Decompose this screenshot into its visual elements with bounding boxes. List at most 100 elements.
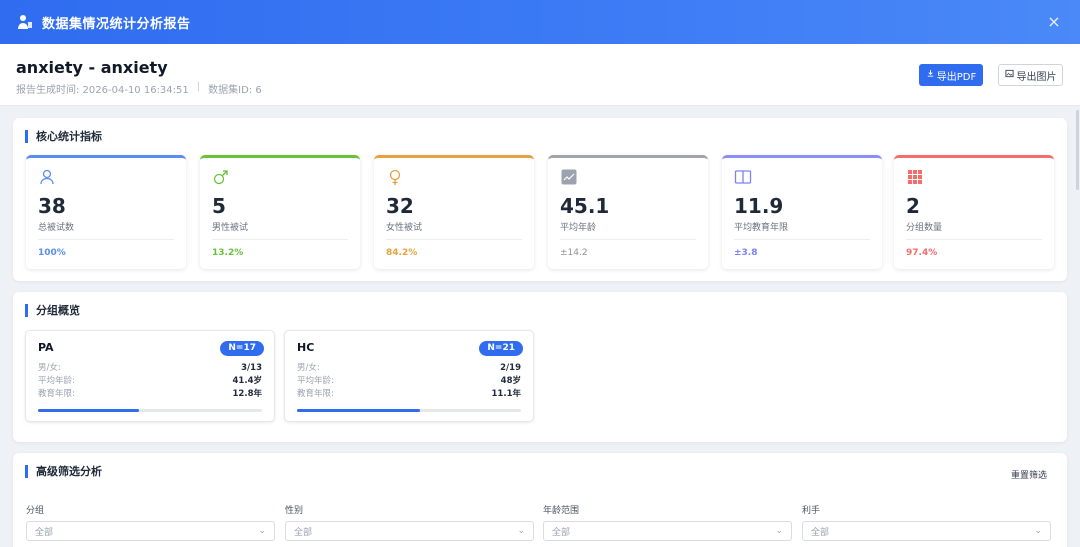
core-stats-title: 核心统计指标 [25,130,102,143]
filter-gender: 性别 全部 ⌄ [285,503,534,541]
stat-sub: 100% [38,248,66,258]
stat-value: 11.9 [734,194,784,218]
stat-label: 女性被试 [386,220,522,240]
filter-label: 利手 [802,506,821,516]
export-image-label: 导出图片 [1016,71,1057,83]
filter-label: 性别 [285,506,304,516]
report-meta: 报告生成时间: 2026-04-10 16:34:51 | 数据集ID: 6 [16,81,1064,96]
handedness-select[interactable]: 全部 ⌄ [802,521,1051,541]
row-key: 教育年限: [297,389,334,399]
group-progress-fill [38,409,139,412]
row-value: 41.4岁 [232,376,262,386]
stat-card-education: 11.9 平均教育年限 ±3.8 [722,155,882,269]
stat-value: 45.1 [560,194,610,218]
filter-label: 年龄范围 [543,506,580,516]
row-value: 3/13 [241,363,262,373]
stat-label: 平均年龄 [560,220,696,240]
stat-card-total: 38 总被试数 100% [26,155,186,269]
reset-filter-button[interactable]: 重置筛选 [1011,468,1047,481]
row-value: 11.1年 [491,389,521,399]
group-age-row: 平均年龄: 48岁 [297,375,521,388]
female-icon [386,168,404,186]
page-scrollbar[interactable] [1076,110,1079,190]
group-card-pa[interactable]: PA N=17 男/女: 3/13 平均年龄: 41.4岁 教育年限: 12.8年 [25,330,275,422]
group-count-badge: N=21 [479,341,523,356]
group-card-hc[interactable]: HC N=21 男/女: 2/19 平均年龄: 48岁 教育年限: 11.1年 [284,330,534,422]
stat-value: 32 [386,194,414,218]
advanced-filter-title: 高级筛选分析 [25,465,102,478]
row-key: 教育年限: [38,389,75,399]
meta-separator: | [196,81,201,92]
stat-sub: 13.2% [212,248,244,258]
group-age-row: 平均年龄: 41.4岁 [38,375,262,388]
group-progress-bar [38,409,262,412]
chevron-down-icon: ⌄ [775,526,783,536]
window-title: 数据集情况统计分析报告 [42,16,191,32]
dataset-id: 数据集ID: 6 [208,85,262,96]
row-value: 48岁 [500,376,521,386]
stat-label: 分组数量 [906,220,1042,240]
export-pdf-label: 导出PDF [936,71,977,83]
core-stats-panel: 核心统计指标 38 总被试数 100% 5 男性被试 13.2% 32 女性被试… [13,118,1067,281]
select-value: 全部 [811,527,830,538]
select-value: 全部 [552,527,571,538]
row-key: 男/女: [38,363,61,373]
row-key: 平均年龄: [297,376,334,386]
row-value: 12.8年 [232,389,262,399]
stat-value: 38 [38,194,66,218]
stat-value: 5 [212,194,226,218]
stat-value: 2 [906,194,920,218]
window-titlebar: 数据集情况统计分析报告 × [0,0,1080,44]
filter-handedness: 利手 全部 ⌄ [802,503,1051,541]
user-icon [38,168,56,186]
select-value: 全部 [294,527,313,538]
stat-card-age: 45.1 平均年龄 ±14.2 [548,155,708,269]
group-edu-row: 教育年限: 12.8年 [38,388,262,401]
stat-sub: 84.2% [386,248,418,258]
group-progress-fill [297,409,421,412]
chevron-down-icon: ⌄ [1034,526,1042,536]
group-progress-bar [297,409,521,412]
stat-card-male: 5 男性被试 13.2% [200,155,360,269]
group-gender-row: 男/女: 3/13 [38,362,262,375]
gender-select[interactable]: 全部 ⌄ [285,521,534,541]
generated-time: 报告生成时间: 2026-04-10 16:34:51 [16,85,189,96]
book-icon [734,168,752,186]
grid-icon [906,168,924,186]
row-key: 男/女: [297,363,320,373]
stat-card-groups: 2 分组数量 97.4% [894,155,1054,269]
row-key: 平均年龄: [38,376,75,386]
stat-label: 总被试数 [38,220,174,240]
report-header: anxiety - anxiety 报告生成时间: 2026-04-10 16:… [0,44,1080,106]
group-select[interactable]: 全部 ⌄ [26,521,275,541]
group-overview-title: 分组概览 [25,304,80,317]
age-range-select[interactable]: 全部 ⌄ [543,521,792,541]
close-icon[interactable]: × [1044,12,1064,32]
chevron-down-icon: ⌄ [258,526,266,536]
report-user-icon [16,13,34,31]
chart-icon [560,168,578,186]
stat-sub: ±3.8 [734,248,758,258]
download-icon [926,69,935,81]
group-gender-row: 男/女: 2/19 [297,362,521,375]
row-value: 2/19 [500,363,521,373]
filter-group: 分组 全部 ⌄ [26,503,275,541]
export-pdf-button[interactable]: 导出PDF [919,64,983,86]
export-image-button[interactable]: 导出图片 [998,64,1063,86]
stat-sub: 97.4% [906,248,938,258]
select-value: 全部 [35,527,54,538]
male-icon [212,168,230,186]
group-overview-panel: 分组概览 PA N=17 男/女: 3/13 平均年龄: 41.4岁 教育年限: 12… [13,292,1067,442]
filter-label: 分组 [26,506,45,516]
group-edu-row: 教育年限: 11.1年 [297,388,521,401]
image-icon [1004,69,1014,81]
stat-card-female: 32 女性被试 84.2% [374,155,534,269]
report-name: anxiety - anxiety [16,58,168,77]
group-count-badge: N=17 [220,341,264,356]
stat-label: 男性被试 [212,220,348,240]
chevron-down-icon: ⌄ [517,526,525,536]
advanced-filter-panel: 高级筛选分析 重置筛选 分组 全部 ⌄ 性别 全部 ⌄ 年龄范围 全部 ⌄ 利手… [13,453,1067,547]
stat-label: 平均教育年限 [734,220,870,240]
filter-age-range: 年龄范围 全部 ⌄ [543,503,792,541]
stat-sub: ±14.2 [560,248,588,258]
